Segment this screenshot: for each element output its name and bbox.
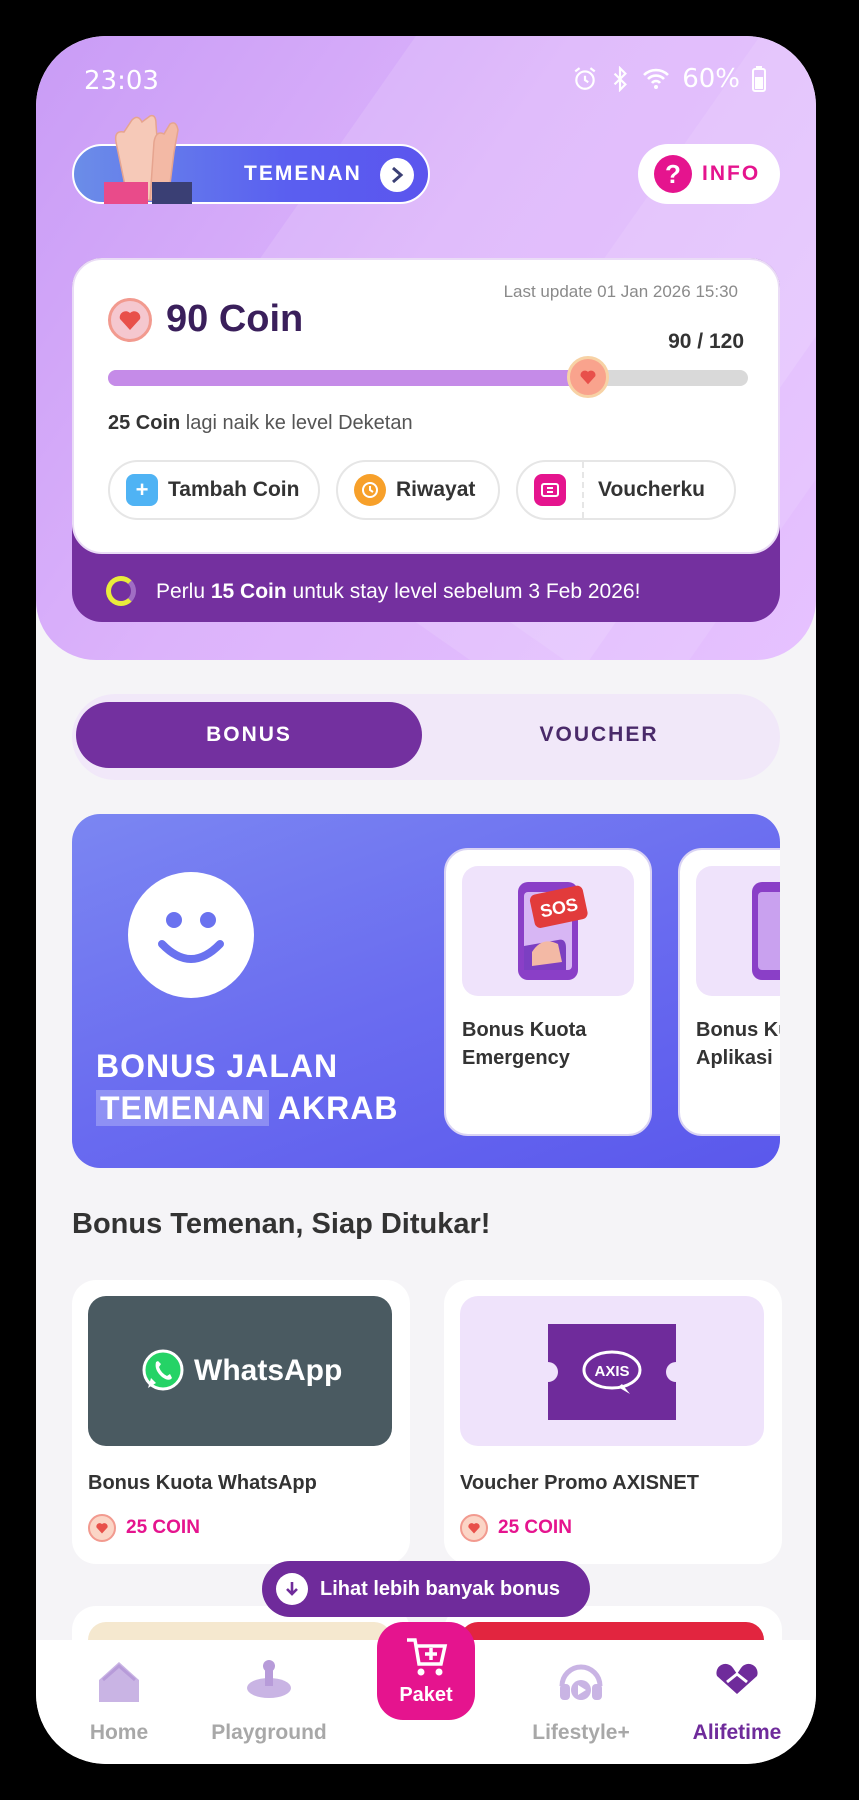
section-title: Bonus Temenan, Siap Ditukar! (72, 1208, 491, 1240)
heart-coin-knob-icon (567, 356, 609, 398)
high-five-icon (104, 114, 192, 204)
smiley-icon (128, 872, 254, 998)
banner-title-line1: BONUS JALAN (96, 1048, 339, 1084)
question-icon: ? (654, 155, 692, 193)
product-price: 25 COIN (460, 1514, 572, 1542)
nav-lifestyle[interactable]: Lifestyle+ (506, 1658, 656, 1745)
tab-voucher[interactable]: VOUCHER (426, 702, 772, 768)
bonus-banner[interactable]: BONUS JALAN TEMENAN AKRAB SOS Bonus Kuot… (72, 814, 780, 1168)
cart-plus-icon (407, 1638, 448, 1676)
wifi-icon (643, 68, 670, 89)
status-bar: 23:03 60% (36, 60, 816, 100)
info-label: INFO (702, 162, 761, 185)
nav-alifetime[interactable]: Alifetime (662, 1658, 812, 1745)
banner-title-line2: TEMENAN AKRAB (96, 1090, 398, 1127)
level-progress-bar (108, 356, 748, 398)
alarm-icon (574, 67, 596, 90)
voucher-icon (534, 474, 566, 506)
heart-coin-icon (460, 1514, 488, 1542)
product-card-whatsapp[interactable]: WhatsApp Bonus Kuota WhatsApp 25 COIN (72, 1280, 410, 1564)
nav-playground[interactable]: Playground (194, 1658, 344, 1745)
coin-progress-text: 90 / 120 (668, 330, 744, 353)
tab-bonus[interactable]: BONUS (76, 702, 422, 768)
voucherku-button[interactable]: Voucherku (516, 460, 736, 520)
coin-card: Last update 01 Jan 2026 15:30 90 Coin 90… (72, 258, 780, 554)
temenan-label: TEMENAN (244, 162, 362, 185)
alifetime-icon (716, 1663, 758, 1694)
bluetooth-icon (614, 66, 628, 92)
axis-voucher-thumb: AXIS (460, 1296, 764, 1446)
home-icon (99, 1662, 139, 1702)
svg-text:AXIS: AXIS (594, 1363, 629, 1380)
level-hint: 25 Coin lagi naik ke level Deketan (108, 412, 413, 434)
info-button[interactable]: ? INFO (638, 144, 780, 204)
temenan-button[interactable]: TEMENAN (72, 114, 430, 204)
progress-ring-icon (106, 576, 136, 606)
nav-home[interactable]: Home (44, 1658, 194, 1745)
riwayat-button[interactable]: Riwayat (336, 460, 500, 520)
tambah-coin-button[interactable]: + Tambah Coin (108, 460, 320, 520)
see-more-bonus-button[interactable]: Lihat lebih banyak bonus (262, 1561, 590, 1617)
playground-icon (247, 1660, 291, 1698)
app-screen: 23:03 60% TEMENAN ? INFO Last update 01 … (36, 36, 816, 1764)
level-progress-fill (108, 370, 588, 386)
product-name: Bonus Kuota WhatsApp (88, 1472, 317, 1494)
nav-paket[interactable]: Paket (377, 1622, 475, 1720)
bonus-card-name: Bonus Kuota Aplikasi (696, 1019, 780, 1069)
battery-percent: 60% (682, 64, 740, 94)
headphones-icon (559, 1664, 603, 1700)
bonus-card-name: Bonus Kuota Emergency (462, 1019, 587, 1069)
product-name: Voucher Promo AXISNET (460, 1472, 699, 1494)
arrow-down-icon (276, 1573, 308, 1605)
tab-bar: BONUS VOUCHER (72, 694, 780, 780)
bonus-card-emergency[interactable]: SOS Bonus Kuota Emergency (444, 848, 652, 1136)
history-icon (354, 474, 386, 506)
sos-phone-icon: SOS (462, 866, 634, 996)
status-time: 23:03 (84, 66, 159, 96)
whatsapp-icon (142, 1349, 184, 1391)
bottom-navigation: Home Playground Paket Lifestyle+ Alifeti… (36, 1622, 816, 1764)
app-phone-icon (696, 866, 780, 996)
coin-amount: 90 Coin (166, 298, 304, 340)
product-card-axisnet[interactable]: AXIS Voucher Promo AXISNET 25 COIN (444, 1280, 782, 1564)
chevron-right-icon (380, 158, 414, 192)
whatsapp-thumb: WhatsApp (88, 1296, 392, 1446)
battery-icon (752, 66, 766, 92)
last-update: Last update 01 Jan 2026 15:30 (503, 282, 738, 301)
heart-coin-icon (88, 1514, 116, 1542)
stay-level-notice: Perlu 15 Coin untuk stay level sebelum 3… (72, 566, 780, 620)
plus-icon: + (126, 474, 158, 506)
axis-voucher-icon: AXIS (548, 1324, 676, 1420)
bonus-card-aplikasi[interactable]: Bonus Kuota Aplikasi (678, 848, 780, 1136)
heart-coin-icon (108, 298, 152, 342)
product-price: 25 COIN (88, 1514, 200, 1542)
